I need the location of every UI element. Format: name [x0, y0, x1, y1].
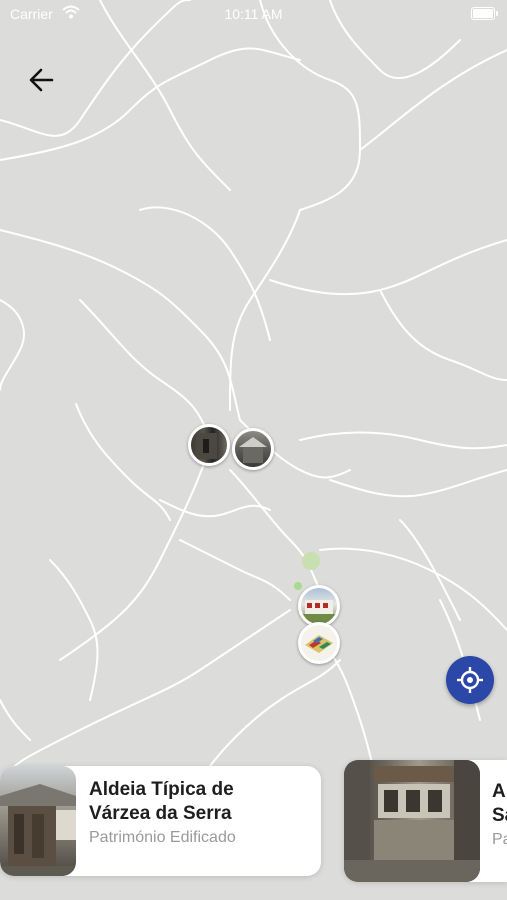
crosshair-icon: [457, 667, 483, 693]
locate-me-button[interactable]: [446, 656, 494, 704]
place-title: A Sa: [492, 781, 507, 826]
map-pin-photo[interactable]: [232, 428, 274, 470]
building-image: [301, 600, 337, 624]
wooden-house-image: [0, 784, 76, 876]
status-bar: Carrier 10:11 AM: [0, 0, 507, 28]
battery-icon: [471, 7, 498, 20]
map-illustration-image: [305, 635, 333, 653]
status-time: 10:11 AM: [224, 6, 283, 22]
place-category: Pa: [492, 831, 507, 848]
stone-alley-image: [344, 760, 480, 882]
place-thumbnail: [344, 760, 480, 882]
place-card[interactable]: A Sa Pa: [344, 760, 507, 882]
map-pin-photo[interactable]: [298, 585, 340, 627]
map-pin-photo[interactable]: [298, 622, 340, 664]
stone-house-image: [197, 433, 217, 459]
place-thumbnail: [0, 766, 76, 876]
village-street-image: [239, 437, 267, 463]
map-pin-photo[interactable]: [188, 424, 230, 466]
place-category: Património Edificado: [89, 829, 236, 846]
place-card[interactable]: Aldeia Típica de Várzea da Serra Patrimó…: [0, 766, 321, 876]
back-arrow-icon[interactable]: [24, 62, 60, 98]
place-title: Aldeia Típica de Várzea da Serra: [89, 779, 234, 824]
